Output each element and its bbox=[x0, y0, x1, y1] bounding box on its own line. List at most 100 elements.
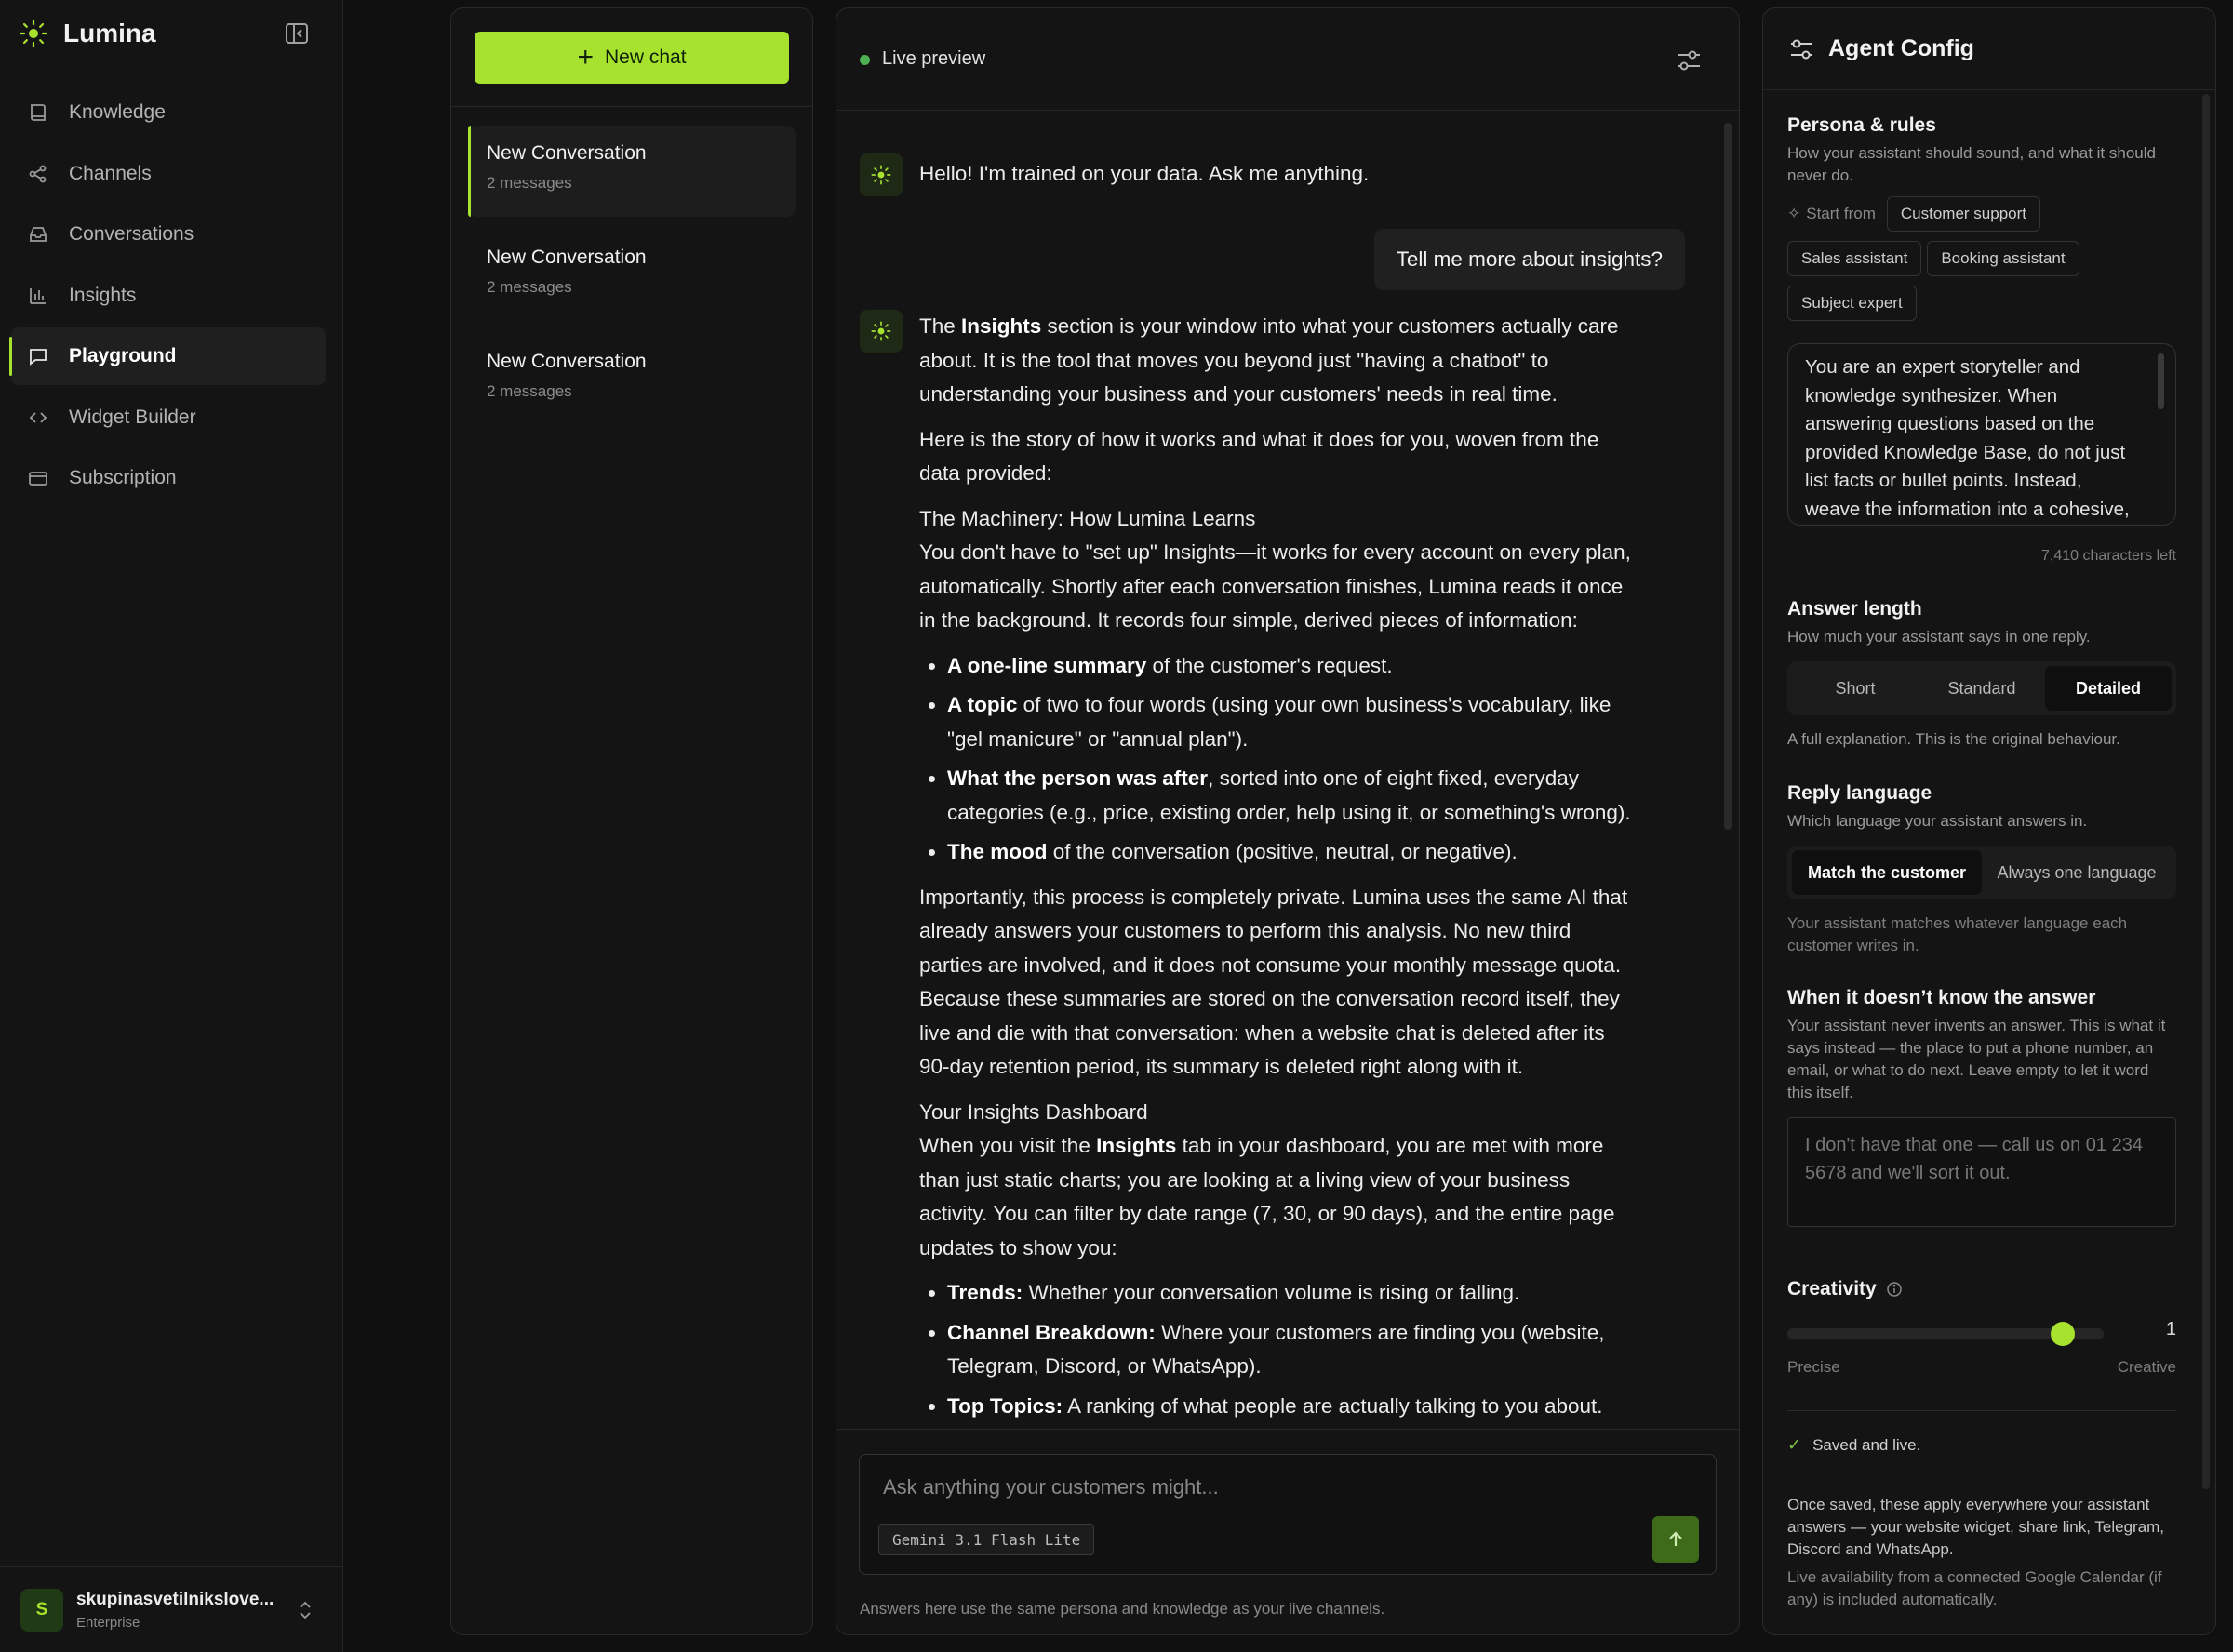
collapse-sidebar-icon[interactable] bbox=[284, 20, 310, 47]
arrow-up-icon bbox=[1669, 1531, 1682, 1546]
conversation-list-panel: + New chat New Conversation 2 messages N… bbox=[450, 7, 813, 1635]
sidebar-item-label: Conversations bbox=[69, 223, 194, 245]
config-scrollbar[interactable] bbox=[2202, 94, 2210, 1489]
creativity-slider-row: 1 bbox=[1787, 1319, 2176, 1346]
template-chip-booking-assistant[interactable]: Booking assistant bbox=[1927, 241, 2079, 276]
answer-paragraph: The Insights section is your window into… bbox=[919, 310, 1636, 412]
answer-paragraph: When you visit the Insights tab in your … bbox=[919, 1129, 1636, 1265]
message-input-placeholder: Ask anything your customers might... bbox=[883, 1475, 1219, 1499]
bold-text: Channel Breakdown: bbox=[947, 1320, 1156, 1344]
chat-scrollbar[interactable] bbox=[1724, 123, 1732, 830]
answer-length-standard[interactable]: Standard bbox=[1919, 666, 2045, 711]
check-icon: ✓ bbox=[1787, 1435, 1802, 1454]
sidebar-nav: Knowledge Channels Conversations Insight… bbox=[9, 84, 326, 511]
sidebar-item-label: Widget Builder bbox=[69, 406, 196, 428]
fallback-placeholder: I don't have that one — call us on 01 23… bbox=[1805, 1135, 2143, 1183]
sidebar-item-knowledge[interactable]: Knowledge bbox=[11, 84, 326, 141]
answer-paragraph: Here is the story of how it works and wh… bbox=[919, 427, 1599, 486]
list-item: What the person was after, sorted into o… bbox=[947, 762, 1636, 830]
template-chip-subject-expert[interactable]: Subject expert bbox=[1787, 286, 1917, 321]
book-icon bbox=[26, 100, 50, 125]
answer-length-short[interactable]: Short bbox=[1792, 666, 1919, 711]
bold-text: A topic bbox=[947, 693, 1018, 716]
sidebar-item-label: Knowledge bbox=[69, 101, 166, 123]
list-item: A one-line summary of the customer's req… bbox=[947, 649, 1636, 684]
conversation-subtitle: 2 messages bbox=[487, 174, 572, 192]
send-button[interactable] bbox=[1652, 1516, 1699, 1563]
account-switcher[interactable]: S skupinasvetilnikslove... Enterprise bbox=[0, 1566, 343, 1652]
chat-panel: Live preview Hello! I'm trained on your … bbox=[836, 7, 1740, 1635]
config-footer-note: Once saved, these apply everywhere your … bbox=[1787, 1496, 2165, 1558]
list-item: Top Topics: A ranking of what people are… bbox=[947, 1390, 1636, 1424]
sliders-icon[interactable] bbox=[1674, 46, 1704, 75]
live-status-dot bbox=[860, 55, 870, 65]
sidebar-item-widget-builder[interactable]: Widget Builder bbox=[11, 389, 326, 446]
conversation-title: New Conversation bbox=[487, 351, 647, 372]
avatar: S bbox=[20, 1588, 63, 1632]
creativity-slider[interactable] bbox=[1787, 1322, 2104, 1346]
template-chip-customer-support[interactable]: Customer support bbox=[1886, 196, 2040, 232]
persona-textarea[interactable]: You are an expert storyteller and knowle… bbox=[1787, 343, 2176, 526]
bold-text: Insights bbox=[1096, 1134, 1177, 1157]
conversation-list-header: + New chat bbox=[451, 8, 812, 107]
bold-text: The mood bbox=[947, 840, 1048, 863]
bar-chart-icon bbox=[26, 284, 50, 308]
slider-thumb[interactable] bbox=[2050, 1322, 2075, 1346]
persona-heading: Persona & rules bbox=[1787, 114, 1936, 136]
persona-description: How your assistant should sound, and wha… bbox=[1787, 144, 2156, 184]
fallback-heading: When it doesn’t know the answer bbox=[1787, 987, 2096, 1008]
bot-message-text: Hello! I'm trained on your data. Ask me … bbox=[919, 162, 1370, 185]
sidebar-item-channels[interactable]: Channels bbox=[11, 145, 326, 203]
agent-config-title: Agent Config bbox=[1828, 35, 1974, 61]
sidebar-item-label: Playground bbox=[69, 345, 177, 366]
fallback-textarea[interactable]: I don't have that one — call us on 01 23… bbox=[1787, 1117, 2176, 1227]
characters-left: 7,410 characters left bbox=[2041, 548, 2176, 564]
reply-language-single[interactable]: Always one language bbox=[1982, 850, 2172, 895]
sidebar-item-conversations[interactable]: Conversations bbox=[11, 206, 326, 263]
conversation-item[interactable]: New Conversation 2 messages bbox=[468, 334, 796, 425]
answer-length-note: A full explanation. This is the original… bbox=[1787, 730, 2120, 748]
sidebar-item-insights[interactable]: Insights bbox=[11, 267, 326, 325]
creativity-heading-row: Creativity bbox=[1787, 1278, 2176, 1300]
info-icon[interactable] bbox=[1886, 1281, 1903, 1298]
chevron-up-down-icon[interactable] bbox=[295, 1599, 315, 1621]
new-chat-button[interactable]: + New chat bbox=[475, 31, 789, 84]
conversation-item[interactable]: New Conversation 2 messages bbox=[468, 126, 796, 217]
answer-paragraph: Importantly, this process is completely … bbox=[919, 885, 1628, 1079]
brand[interactable]: Lumina bbox=[19, 17, 156, 50]
sparkle-icon: ✧ bbox=[1787, 205, 1801, 222]
sidebar-item-playground[interactable]: Playground bbox=[9, 327, 326, 385]
text: of the customer's request. bbox=[1146, 653, 1393, 677]
bot-message: The Insights section is your window into… bbox=[860, 310, 1636, 1428]
conversation-subtitle: 2 messages bbox=[487, 278, 572, 296]
conversation-subtitle: 2 messages bbox=[487, 382, 572, 400]
reply-language-match[interactable]: Match the customer bbox=[1792, 850, 1982, 895]
persona-text: You are an expert storyteller and knowle… bbox=[1805, 356, 2130, 520]
bold-text: A one-line summary bbox=[947, 653, 1147, 677]
save-status: ✓ Saved and live. bbox=[1787, 1435, 2176, 1455]
slider-labels: Precise Creative bbox=[1787, 1358, 2176, 1377]
sun-logo-icon bbox=[19, 19, 48, 48]
message-input[interactable]: Ask anything your customers might... Gem… bbox=[859, 1454, 1717, 1575]
plus-icon: + bbox=[577, 41, 594, 73]
template-chip-sales-assistant[interactable]: Sales assistant bbox=[1787, 241, 1922, 276]
slider-max-label: Creative bbox=[2117, 1358, 2176, 1376]
new-chat-label: New chat bbox=[604, 46, 687, 68]
answer-length-detailed[interactable]: Detailed bbox=[2045, 666, 2172, 711]
user-message: Tell me more about insights? bbox=[1373, 229, 1685, 290]
model-selector[interactable]: Gemini 3.1 Flash Lite bbox=[878, 1524, 1095, 1555]
composer-note: Answers here use the same persona and kn… bbox=[860, 1600, 1385, 1618]
config-footer-note-secondary: Live availability from a connected Googl… bbox=[1787, 1568, 2162, 1608]
list-item: A topic of two to four words (using your… bbox=[947, 688, 1636, 756]
answer-length-heading: Answer length bbox=[1787, 598, 1922, 620]
composer-area: Ask anything your customers might... Gem… bbox=[836, 1429, 1739, 1634]
persona-scrollbar[interactable] bbox=[2158, 353, 2164, 409]
divider bbox=[1787, 1410, 2176, 1411]
text: A ranking of what people are actually ta… bbox=[1063, 1393, 1603, 1418]
reply-language-description: Which language your assistant answers in… bbox=[1787, 812, 2088, 830]
sidebar-item-subscription[interactable]: Subscription bbox=[11, 449, 326, 507]
persona-section: Persona & rules How your assistant shoul… bbox=[1787, 114, 2176, 330]
fallback-section: When it doesn’t know the answer Your ass… bbox=[1787, 987, 2176, 1227]
reply-language-heading: Reply language bbox=[1787, 782, 1932, 804]
conversation-item[interactable]: New Conversation 2 messages bbox=[468, 230, 796, 321]
